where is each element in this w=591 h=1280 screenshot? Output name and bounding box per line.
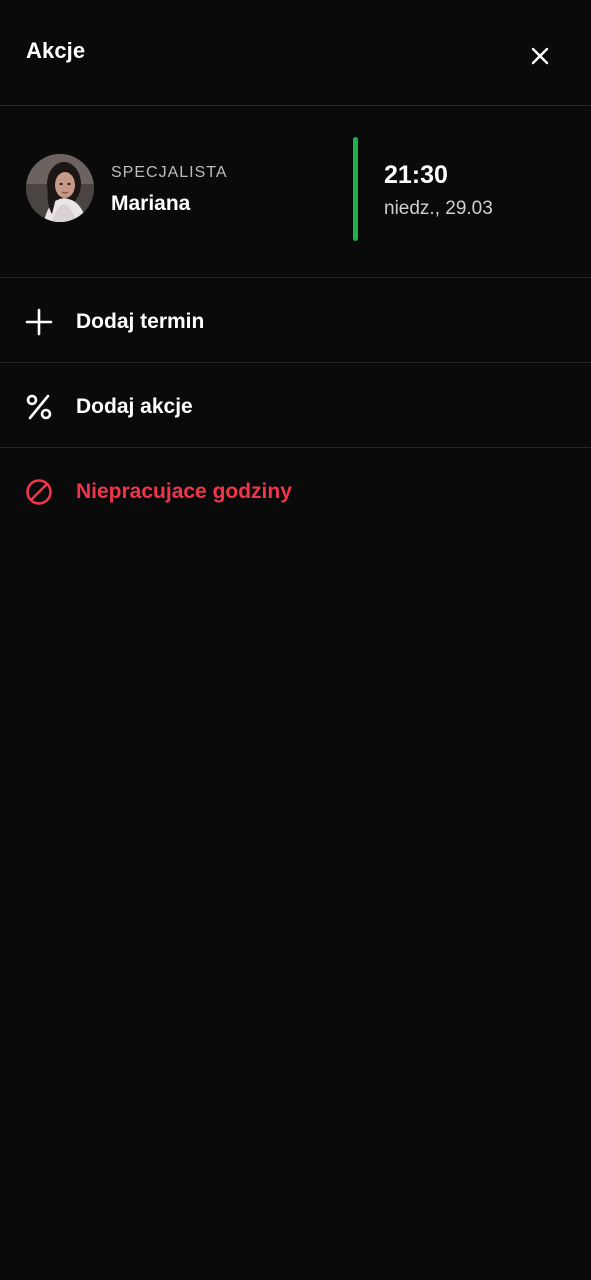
status-indicator	[353, 137, 358, 241]
block-icon	[24, 477, 54, 507]
appointment-date: niedz., 29.03	[384, 198, 493, 219]
menu-item-non-working-hours[interactable]: Niepracujace godziny	[0, 448, 591, 533]
close-icon	[531, 47, 549, 65]
menu-item-label: Dodaj termin	[76, 310, 205, 333]
plus-icon	[24, 307, 54, 337]
close-button[interactable]	[524, 40, 556, 72]
avatar	[26, 154, 94, 222]
avatar-photo	[26, 154, 94, 222]
specialist-role: SPECJALISTA	[111, 164, 228, 181]
menu-item-label: Niepracujace godziny	[76, 480, 292, 503]
menu-item-label: Dodaj akcje	[76, 395, 193, 418]
specialist-name: Mariana	[111, 192, 191, 215]
menu-item-add-appointment[interactable]: Dodaj termin	[0, 278, 591, 363]
menu-item-add-promotion[interactable]: Dodaj akcje	[0, 363, 591, 448]
panel-title: Akcje	[26, 38, 86, 63]
appointment-time: 21:30	[384, 161, 448, 189]
panel-header: Akcje	[0, 0, 591, 106]
percent-icon	[24, 392, 54, 422]
actions-panel: Akcje SPECJALISTA Mariana 21:30 niedz., …	[0, 0, 591, 1280]
appointment-info: SPECJALISTA Mariana 21:30 niedz., 29.03	[0, 106, 591, 278]
